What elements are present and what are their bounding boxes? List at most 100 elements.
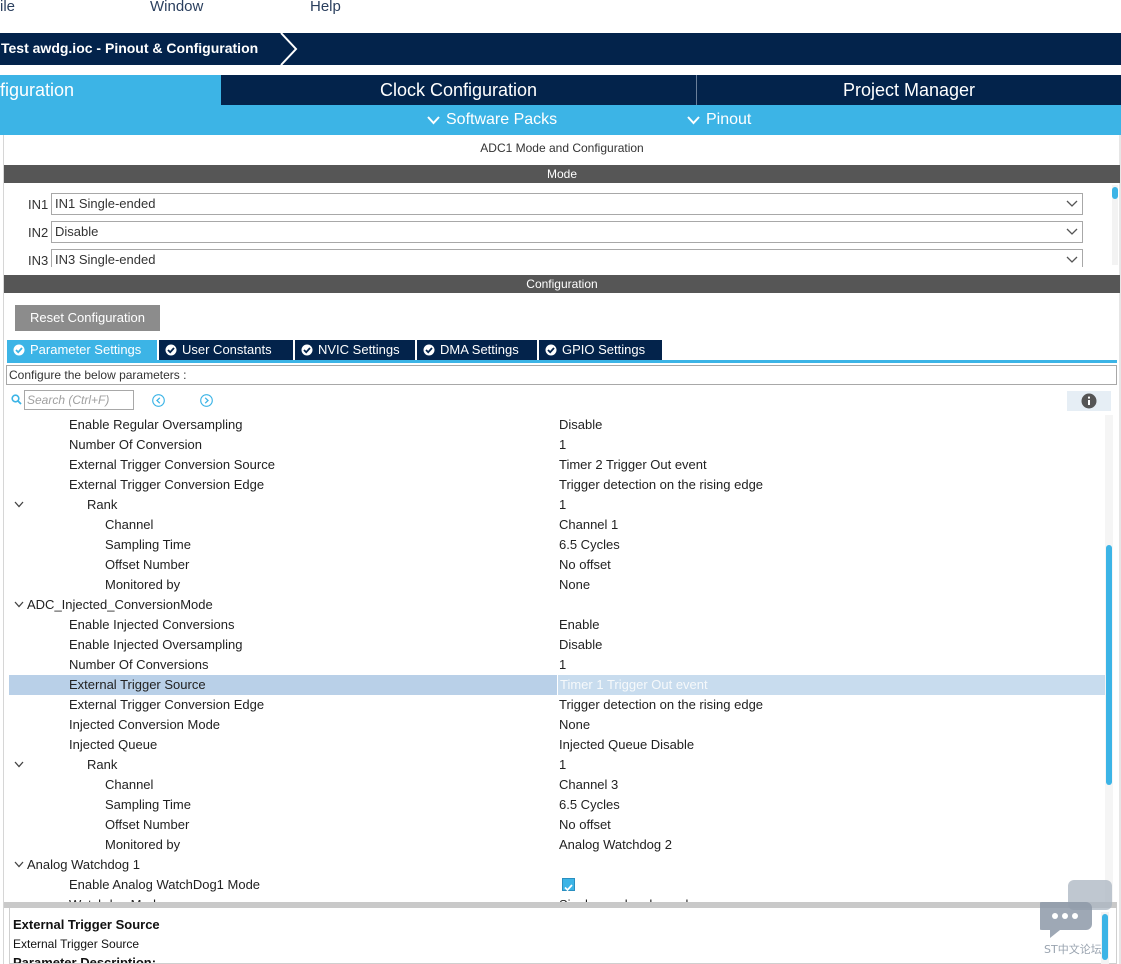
parameter-value[interactable]: 1 (559, 435, 566, 455)
pinout-menu[interactable]: Pinout (687, 105, 751, 135)
chevron-down-icon (1066, 228, 1078, 235)
parameter-row[interactable]: External Trigger Conversion Edge Trigger … (9, 695, 1105, 715)
tab-gpio-settings[interactable]: GPIO Settings (539, 340, 662, 360)
expand-chevron-icon[interactable] (14, 501, 24, 508)
menu-bar: ile Window Help (0, 0, 1121, 32)
watermark-text: ST中文论坛 (1044, 943, 1102, 956)
check-circle-icon (545, 344, 557, 356)
tree-group-row[interactable]: ADC_Injected_ConversionMode (9, 595, 1105, 615)
parameter-row[interactable]: Injected Conversion Mode None (9, 715, 1105, 735)
parameter-row[interactable]: Rank 1 (9, 495, 1105, 515)
chevron-down-icon (1066, 256, 1078, 263)
parameter-description-label: Parameter Description: (13, 955, 157, 964)
tab-underline (7, 360, 1117, 363)
tab-clock-configuration[interactable]: Clock Configuration (221, 75, 696, 105)
parameter-value[interactable]: Injected Queue Disable (559, 735, 694, 755)
tab-nvic-settings[interactable]: NVIC Settings (295, 340, 415, 360)
parameter-value[interactable]: Channel 3 (559, 775, 618, 795)
mode-scrollbar[interactable] (1112, 185, 1118, 265)
check-circle-icon (423, 344, 435, 356)
breadcrumb: Test awdg.ioc - Pinout & Configuration (0, 33, 1121, 65)
menu-file[interactable]: ile (0, 0, 15, 15)
check-circle-icon (301, 344, 313, 356)
search-input[interactable]: Search (Ctrl+F) (24, 390, 134, 410)
parameter-row[interactable]: Sampling Time 6.5 Cycles (9, 795, 1105, 815)
previous-match-icon[interactable] (152, 394, 165, 407)
parameter-row[interactable]: External Trigger Conversion Edge Trigger … (9, 475, 1105, 495)
parameter-value[interactable]: Disable (559, 635, 602, 655)
in3-select[interactable]: IN3 Single-ended (51, 249, 1083, 267)
chevron-down-icon (687, 116, 700, 125)
parameter-value[interactable]: 6.5 Cycles (559, 795, 620, 815)
tab-label: Project Manager (842, 80, 976, 100)
forum-watermark: ST中文论坛 (1036, 878, 1116, 964)
parameter-row[interactable]: External Trigger Conversion Source Timer … (9, 455, 1105, 475)
breadcrumb-item[interactable]: Test awdg.ioc - Pinout & Configuration (0, 33, 258, 65)
parameter-checkbox[interactable] (562, 878, 575, 892)
parameter-value[interactable]: Enable (559, 615, 599, 635)
mode-row: IN2 Disable (4, 221, 1094, 245)
parameter-row[interactable]: Monitored by None (9, 575, 1105, 595)
parameter-row[interactable]: Channel Channel 1 (9, 515, 1105, 535)
parameter-value[interactable]: Timer 1 Trigger Out event (557, 675, 1105, 695)
tree-group-row[interactable]: Analog Watchdog 1 (9, 855, 1105, 875)
parameter-row[interactable]: Offset Number No offset (9, 815, 1105, 835)
tab-project-manager[interactable]: Project Manager (696, 75, 1121, 105)
parameter-name: External Trigger Conversion Edge (69, 697, 265, 712)
parameter-row[interactable]: Enable Injected Oversampling Disable (9, 635, 1105, 655)
parameter-row[interactable]: Rank 1 (9, 755, 1105, 775)
parameter-row[interactable]: Number Of Conversion 1 (9, 435, 1105, 455)
parameter-name: Monitored by (105, 577, 181, 592)
parameter-row[interactable]: Enable Regular Oversampling Disable (9, 415, 1105, 435)
expand-chevron-icon[interactable] (14, 761, 24, 768)
parameter-value[interactable]: 6.5 Cycles (559, 535, 620, 555)
tab-dma-settings[interactable]: DMA Settings (417, 340, 537, 360)
mode-row: IN3 IN3 Single-ended (4, 249, 1094, 267)
parameter-value[interactable]: Disable (559, 415, 602, 435)
parameter-row[interactable]: Offset Number No offset (9, 555, 1105, 575)
expand-chevron-icon[interactable] (14, 861, 24, 868)
parameter-name: Channel (105, 777, 154, 792)
parameter-value[interactable]: None (559, 715, 590, 735)
description-box: External Trigger Source External Trigger… (9, 908, 1117, 964)
parameter-name: Rank (87, 497, 118, 512)
parameter-value[interactable]: None (559, 575, 590, 595)
parameter-row[interactable]: Enable Injected Conversions Enable (9, 615, 1105, 635)
scrollbar-thumb[interactable] (1106, 545, 1112, 785)
parameter-value[interactable]: Analog Watchdog 2 (559, 835, 672, 855)
parameter-value[interactable]: Trigger detection on the rising edge (559, 695, 763, 715)
parameter-row[interactable]: Sampling Time 6.5 Cycles (9, 535, 1105, 555)
parameter-value[interactable]: No offset (559, 555, 611, 575)
parameter-row[interactable]: Number Of Conversions 1 (9, 655, 1105, 675)
parameter-value[interactable]: Trigger detection on the rising edge (559, 475, 763, 495)
tab-user-constants[interactable]: User Constants (159, 340, 293, 360)
tab-parameter-settings[interactable]: Parameter Settings (7, 340, 157, 360)
parameter-scrollbar[interactable] (1105, 415, 1113, 903)
menu-help[interactable]: Help (310, 0, 341, 15)
menu-window[interactable]: Window (150, 0, 203, 15)
tab-pinout-configuration[interactable]: figuration (0, 75, 221, 105)
software-packs-menu[interactable]: Software Packs (427, 105, 557, 135)
in2-select[interactable]: Disable (51, 221, 1083, 243)
search-icon (11, 394, 22, 405)
parameter-value[interactable]: 1 (559, 655, 566, 675)
parameter-value[interactable]: 1 (559, 755, 566, 775)
in1-select[interactable]: IN1 Single-ended (51, 193, 1083, 215)
parameter-value[interactable]: Timer 2 Trigger Out event (559, 455, 707, 475)
parameter-row[interactable]: Enable Analog WatchDog1 Mode (9, 875, 1105, 895)
next-match-icon[interactable] (200, 394, 213, 407)
parameter-row[interactable]: External Trigger Source Timer 1 Trigger O… (9, 675, 1105, 695)
sub-menu-bar: Software Packs Pinout (0, 105, 1121, 135)
parameter-value[interactable]: 1 (559, 495, 566, 515)
mode-row-label: IN2 (28, 225, 49, 240)
expand-chevron-icon[interactable] (14, 601, 24, 608)
parameter-value[interactable]: No offset (559, 815, 611, 835)
scrollbar-thumb[interactable] (1112, 187, 1118, 199)
parameter-row[interactable]: Channel Channel 3 (9, 775, 1105, 795)
parameter-row[interactable]: Monitored by Analog Watchdog 2 (9, 835, 1105, 855)
reset-configuration-button[interactable]: Reset Configuration (15, 305, 160, 331)
info-button[interactable] (1067, 391, 1111, 411)
parameter-name: Offset Number (105, 557, 190, 572)
parameter-value[interactable]: Channel 1 (559, 515, 618, 535)
parameter-row[interactable]: Injected Queue Injected Queue Disable (9, 735, 1105, 755)
